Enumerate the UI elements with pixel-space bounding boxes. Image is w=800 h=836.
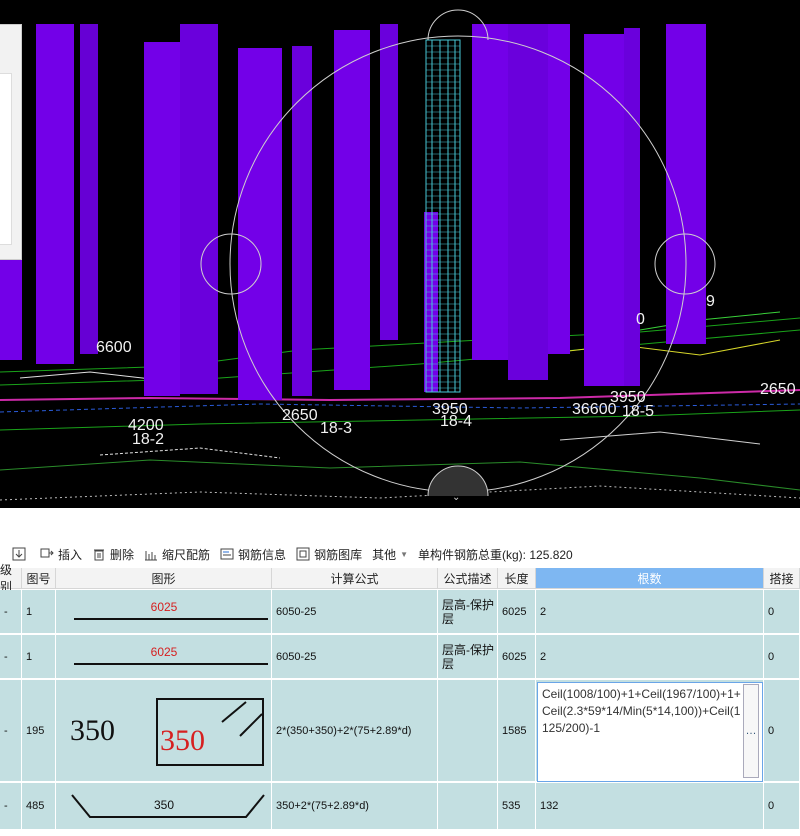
table-cell-formula[interactable]: 6050-25 [272, 635, 438, 679]
viewport-label: 18-5 [622, 403, 654, 420]
viewport-label: 2650 [282, 407, 318, 424]
table-cell-shape[interactable]: 6025 [56, 590, 272, 634]
col-header-shape[interactable]: 图形 [56, 568, 272, 589]
table-cell-desc[interactable]: 层高-保护层 [438, 590, 498, 634]
table-cell-fig-no[interactable]: 485 [22, 783, 56, 830]
rebar-info-label: 钢筋信息 [238, 547, 287, 562]
table-cell-length[interactable]: 6025 [498, 635, 536, 679]
col-header-desc[interactable]: 公式描述 [438, 568, 498, 589]
table-cell-length[interactable]: 535 [498, 783, 536, 830]
table-cell-shape[interactable]: 350 [56, 783, 272, 830]
rebar-info-button[interactable]: 钢筋信息 [220, 546, 286, 563]
shape-right-dimension: 350 [160, 724, 205, 757]
col-header-fig-no[interactable]: 图号 [22, 568, 56, 589]
viewport-label: 36600 [572, 401, 617, 418]
scene: ⌄ 6600 4200 18-2 2650 18-3 3950 18-4 395… [0, 9, 800, 503]
table-cell-level[interactable]: - [0, 783, 22, 830]
table-cell-desc[interactable] [438, 783, 498, 830]
col-header-length[interactable]: 长度 [498, 568, 536, 589]
count-formula-text: Ceil(1008/100)+1+Ceil(1967/100)+1+Ceil(2… [542, 687, 741, 735]
col-header-count[interactable]: 根数 [536, 568, 764, 589]
ruler-icon [144, 547, 158, 561]
more-icon: … [745, 725, 757, 737]
table-cell-lap[interactable]: 0 [764, 783, 800, 830]
table-cell-level[interactable]: - [0, 635, 22, 679]
viewport-label: 9 [706, 293, 715, 310]
download-icon [12, 547, 26, 561]
rebar-line-shape [74, 663, 268, 665]
scale-rebar-label: 缩尺配筋 [162, 547, 211, 562]
delete-label: 删除 [110, 547, 135, 562]
table-cell-formula[interactable]: 6050-25 [272, 590, 438, 634]
other-menu[interactable]: 其他 ▼ [372, 546, 408, 563]
table-cell-count[interactable]: 2 [536, 635, 764, 679]
caret-down-icon: ▼ [400, 549, 409, 559]
shape-dimension: 350 [153, 798, 175, 812]
table-cell-formula[interactable]: 350+2*(75+2.89*d) [272, 783, 438, 830]
trash-icon [92, 547, 106, 561]
table-cell-lap[interactable]: 0 [764, 635, 800, 679]
chevron-down-icon: ⌄ [452, 492, 460, 503]
table-cell-count[interactable]: 132 [536, 783, 764, 830]
table-cell-formula[interactable]: 2*(350+350)+2*(75+2.89*d) [272, 680, 438, 782]
side-panel [0, 24, 22, 260]
ellipsis-button[interactable]: … [743, 684, 759, 778]
rebar-library-label: 钢筋图库 [314, 547, 363, 562]
insert-button[interactable]: 插入 [40, 546, 82, 563]
viewport-label: 6600 [96, 339, 132, 356]
shape-left-dimension: 350 [70, 714, 115, 747]
table-cell-level[interactable]: - [0, 680, 22, 782]
table-cell-shape[interactable]: 350 350 [56, 680, 272, 782]
table-cell-desc[interactable] [438, 680, 498, 782]
insert-icon [40, 547, 54, 561]
total-weight-label: 单构件钢筋总重(kg): 125.820 [418, 547, 573, 562]
table-cell-shape[interactable]: 6025 [56, 635, 272, 679]
table-cell-fig-no[interactable]: 1 [22, 590, 56, 634]
viewport-label: 18-3 [320, 420, 352, 437]
rebar-library-button[interactable]: 钢筋图库 [296, 546, 362, 563]
splitter[interactable] [0, 508, 800, 540]
insert-label: 插入 [58, 547, 83, 562]
download-button[interactable] [12, 547, 30, 561]
viewport-label: 2650 [760, 381, 796, 398]
table-cell-length[interactable]: 1585 [498, 680, 536, 782]
rebar-line-shape [74, 618, 268, 620]
table-cell-length[interactable]: 6025 [498, 590, 536, 634]
total-weight: 单构件钢筋总重(kg): 125.820 [418, 546, 573, 563]
table-cell-lap[interactable]: 0 [764, 590, 800, 634]
col-header-lap[interactable]: 搭接 [764, 568, 800, 589]
rebar-toolbar: 插入 删除 缩尺配筋 钢筋信息 钢筋图库 其他 ▼ 单构件钢筋总重(kg): 1… [0, 540, 800, 568]
viewport-label: 18-2 [132, 431, 164, 448]
viewport-label: 18-4 [440, 413, 472, 430]
scale-rebar-button[interactable]: 缩尺配筋 [144, 546, 210, 563]
table-cell-fig-no[interactable]: 195 [22, 680, 56, 782]
library-icon [296, 547, 310, 561]
other-label: 其他 [372, 547, 397, 562]
count-formula-editor[interactable]: Ceil(1008/100)+1+Ceil(1967/100)+1+Ceil(2… [537, 682, 763, 782]
table-cell-count[interactable]: 2 [536, 590, 764, 634]
col-header-formula[interactable]: 计算公式 [272, 568, 438, 589]
table-cell-level[interactable]: - [0, 590, 22, 634]
delete-button[interactable]: 删除 [92, 546, 134, 563]
shape-dimension: 6025 [150, 600, 178, 614]
table-cell-desc[interactable]: 层高-保护层 [438, 635, 498, 679]
info-icon [220, 547, 234, 561]
table-cell-lap[interactable]: 0 [764, 680, 800, 782]
shape-dimension: 6025 [150, 645, 178, 659]
viewport-label: 0 [636, 311, 645, 328]
3d-viewport[interactable]: ⌄ 6600 4200 18-2 2650 18-3 3950 18-4 395… [0, 0, 800, 508]
col-header-level[interactable]: 级别 [0, 563, 22, 594]
table-cell-fig-no[interactable]: 1 [22, 635, 56, 679]
